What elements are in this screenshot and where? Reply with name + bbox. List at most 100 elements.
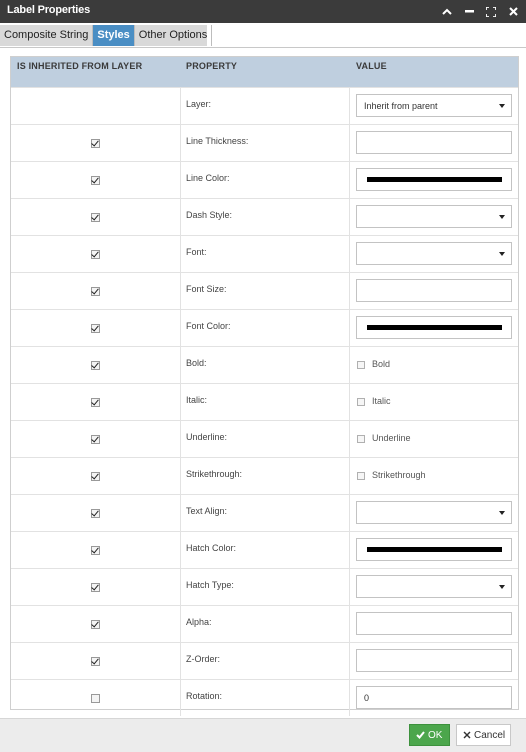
inherited-cell — [11, 458, 181, 494]
inherited-checkbox[interactable] — [91, 139, 100, 148]
value-input[interactable] — [356, 649, 512, 672]
value-checkbox[interactable]: Bold — [356, 347, 506, 383]
value-input[interactable] — [356, 279, 512, 302]
inherited-cell — [11, 569, 181, 605]
inherited-checkbox[interactable] — [91, 435, 100, 444]
table-row: Dash Style: — [11, 198, 518, 235]
value-cell — [349, 495, 518, 531]
inherited-cell — [11, 236, 181, 272]
inherited-checkbox[interactable] — [91, 176, 100, 185]
value-checkbox[interactable]: Italic — [356, 384, 506, 420]
ok-button[interactable]: OK — [409, 724, 450, 746]
select-value: Inherit from parent — [364, 101, 438, 111]
inherited-checkbox[interactable] — [91, 546, 100, 555]
inherited-checkbox[interactable] — [91, 657, 100, 666]
checkbox-box[interactable] — [357, 398, 365, 406]
tab-bar: Composite String Styles Other Options — [0, 25, 526, 48]
inherited-checkbox[interactable] — [91, 361, 100, 370]
header-value: VALUE — [356, 61, 387, 71]
inherited-checkbox[interactable] — [91, 472, 100, 481]
inherited-checkbox[interactable] — [91, 213, 100, 222]
value-cell: 0 — [349, 680, 518, 716]
inherited-checkbox[interactable] — [91, 287, 100, 296]
value-checkbox[interactable]: Underline — [356, 421, 506, 457]
table-row: Rotation: 0 — [11, 679, 518, 716]
value-cell — [349, 569, 518, 605]
table-row: Line Color: — [11, 161, 518, 198]
property-cell: Dash Style: — [180, 199, 350, 235]
inherited-checkbox[interactable] — [91, 250, 100, 259]
maximize-icon[interactable] — [484, 5, 498, 19]
header-inherited: IS INHERITED FROM LAYER — [17, 61, 143, 71]
color-picker[interactable] — [356, 168, 512, 191]
property-cell: Text Align: — [180, 495, 350, 531]
inherited-cell — [11, 310, 181, 346]
checkbox-box[interactable] — [357, 472, 365, 480]
table-row: Z-Order: — [11, 642, 518, 679]
inherited-checkbox[interactable] — [91, 324, 100, 333]
color-picker[interactable] — [356, 538, 512, 561]
value-select[interactable] — [356, 575, 512, 598]
value-checkbox[interactable]: Strikethrough — [356, 458, 506, 494]
color-swatch — [367, 547, 502, 552]
property-cell: Layer: — [180, 88, 350, 124]
inherited-checkbox[interactable] — [91, 398, 100, 407]
close-icon[interactable] — [506, 5, 520, 19]
property-label: Hatch Color: — [186, 543, 237, 553]
value-cell: Underline — [349, 421, 518, 457]
grid-header: IS INHERITED FROM LAYER PROPERTY VALUE — [11, 57, 518, 87]
property-cell: Alpha: — [180, 606, 350, 642]
inherited-cell — [11, 347, 181, 383]
property-label: Font Color: — [186, 321, 231, 331]
value-cell — [349, 643, 518, 679]
inherited-cell — [11, 273, 181, 309]
inherited-cell — [11, 199, 181, 235]
property-label: Font: — [186, 247, 207, 257]
value-select[interactable] — [356, 501, 512, 524]
tab-strip: Composite String Styles Other Options — [0, 25, 213, 46]
tab-composite-string[interactable]: Composite String — [0, 25, 94, 46]
checkbox-label: Strikethrough — [372, 470, 426, 480]
value-cell — [349, 199, 518, 235]
inherited-checkbox[interactable] — [91, 620, 100, 629]
chevron-down-icon — [499, 104, 505, 108]
property-cell: Font: — [180, 236, 350, 272]
inherited-checkbox[interactable] — [91, 583, 100, 592]
value-select[interactable] — [356, 242, 512, 265]
table-row: Font: — [11, 235, 518, 272]
inherited-checkbox[interactable] — [91, 509, 100, 518]
value-input[interactable] — [356, 131, 512, 154]
property-cell: Bold: — [180, 347, 350, 383]
value-cell: Italic — [349, 384, 518, 420]
checkbox-box[interactable] — [357, 361, 365, 369]
checkbox-label: Italic — [372, 396, 391, 406]
property-cell: Underline: — [180, 421, 350, 457]
value-cell — [349, 532, 518, 568]
tab-other-options[interactable]: Other Options — [135, 25, 213, 46]
value-cell: Inherit from parent — [349, 88, 518, 124]
value-input[interactable] — [356, 612, 512, 635]
table-row: Hatch Color: — [11, 531, 518, 568]
value-cell — [349, 310, 518, 346]
value-select[interactable]: Inherit from parent — [356, 94, 512, 117]
value-input[interactable]: 0 — [356, 686, 512, 709]
dialog-footer: OK Cancel — [0, 718, 526, 752]
checkbox-box[interactable] — [357, 435, 365, 443]
chevron-down-icon — [499, 511, 505, 515]
property-cell: Hatch Color: — [180, 532, 350, 568]
color-picker[interactable] — [356, 316, 512, 339]
tab-styles[interactable]: Styles — [93, 25, 135, 46]
cancel-label: Cancel — [474, 729, 506, 741]
property-label: Rotation: — [186, 691, 223, 701]
property-cell: Font Size: — [180, 273, 350, 309]
properties-grid: IS INHERITED FROM LAYER PROPERTY VALUE L… — [10, 56, 519, 716]
inherited-cell — [11, 606, 181, 642]
chevron-up-icon[interactable] — [440, 5, 454, 19]
inherited-checkbox[interactable] — [91, 694, 100, 703]
cancel-button[interactable]: Cancel — [456, 724, 511, 746]
value-cell — [349, 273, 518, 309]
minimize-icon[interactable] — [462, 5, 476, 19]
value-select[interactable] — [356, 205, 512, 228]
input-value: 0 — [364, 693, 370, 703]
property-cell: Strikethrough: — [180, 458, 350, 494]
